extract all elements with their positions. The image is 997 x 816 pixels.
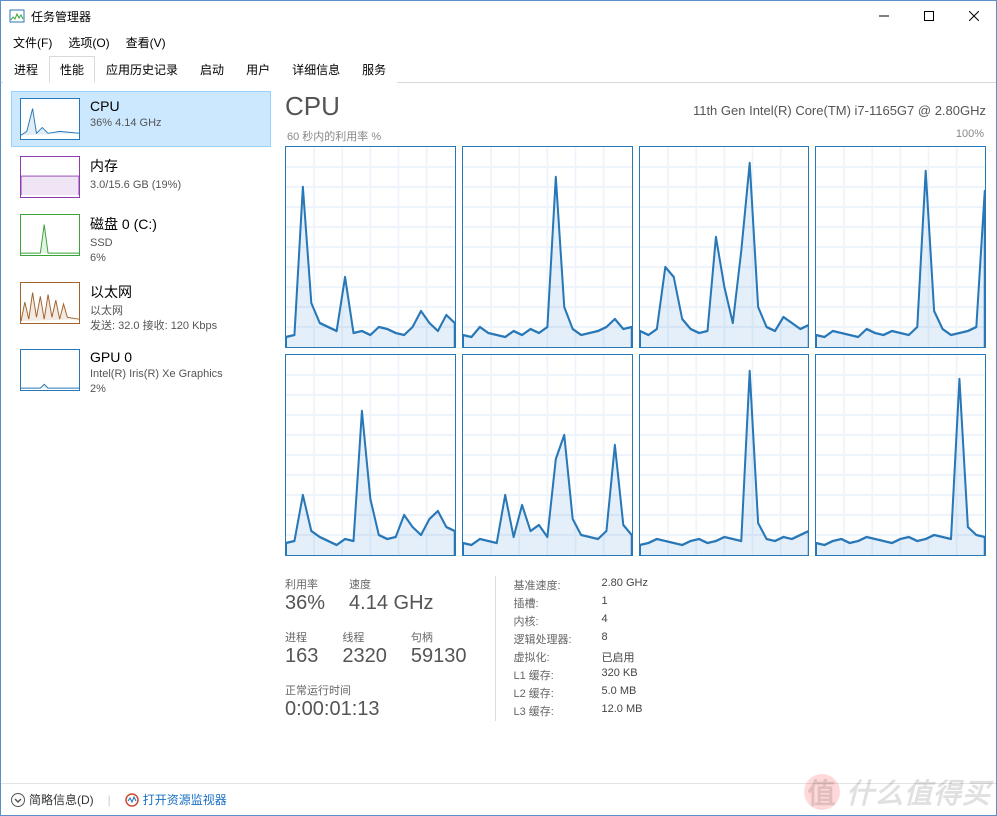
proc-label: 进程 bbox=[285, 629, 318, 645]
tab-1[interactable]: 性能 bbox=[49, 56, 95, 83]
cpu-core-chart-4[interactable] bbox=[285, 354, 456, 556]
util-value: 36% bbox=[285, 592, 325, 615]
detail-row-6: L2 缓存:5.0 MB bbox=[514, 684, 648, 702]
cpu-core-chart-0[interactable] bbox=[285, 146, 456, 348]
detail-row-4: 虚拟化:已启用 bbox=[514, 648, 648, 666]
cpu-core-chart-5[interactable] bbox=[462, 354, 633, 556]
speed-label: 速度 bbox=[349, 576, 433, 592]
window-title: 任务管理器 bbox=[31, 8, 91, 25]
uptime-value: 0:00:01:13 bbox=[285, 698, 467, 721]
detail-row-3: 逻辑处理器:8 bbox=[514, 630, 648, 648]
maximize-button[interactable] bbox=[906, 1, 951, 31]
sidebar-thumb-icon bbox=[20, 98, 80, 140]
main-panel: CPU 11th Gen Intel(R) Core(TM) i7-1165G7… bbox=[271, 91, 986, 777]
util-label: 利用率 bbox=[285, 576, 325, 592]
cpu-charts-grid[interactable] bbox=[285, 146, 986, 556]
menubar: 文件(F) 选项(O) 查看(V) bbox=[1, 31, 996, 53]
cpu-core-chart-3[interactable] bbox=[815, 146, 986, 348]
menu-view[interactable]: 查看(V) bbox=[118, 32, 174, 53]
tab-2[interactable]: 应用历史记录 bbox=[95, 56, 189, 83]
menu-options[interactable]: 选项(O) bbox=[60, 32, 117, 53]
stats: 利用率36% 速度4.14 GHz 进程163 线程2320 句柄59130 正… bbox=[285, 576, 986, 721]
cpu-details: 基准速度:2.80 GHz插槽:1内核:4逻辑处理器:8虚拟化:已启用L1 缓存… bbox=[495, 576, 648, 721]
tab-5[interactable]: 详细信息 bbox=[281, 56, 351, 83]
speed-value: 4.14 GHz bbox=[349, 592, 433, 615]
minimize-button[interactable] bbox=[861, 1, 906, 31]
footer: 简略信息(D) | 打开资源监视器 bbox=[1, 783, 996, 815]
uptime-label: 正常运行时间 bbox=[285, 682, 467, 698]
sidebar-item-3[interactable]: 以太网以太网发送: 32.0 接收: 120 Kbps bbox=[11, 275, 271, 341]
app-icon bbox=[9, 8, 25, 24]
detail-row-2: 内核:4 bbox=[514, 612, 648, 630]
chart-label-left: 60 秒内的利用率 % bbox=[287, 128, 381, 144]
menu-file[interactable]: 文件(F) bbox=[5, 32, 60, 53]
tab-6[interactable]: 服务 bbox=[351, 56, 397, 83]
resource-monitor-link[interactable]: 打开资源监视器 bbox=[125, 791, 227, 808]
tab-3[interactable]: 启动 bbox=[189, 56, 235, 83]
cpu-core-chart-2[interactable] bbox=[639, 146, 810, 348]
sidebar-thumb-icon bbox=[20, 214, 80, 256]
proc-value: 163 bbox=[285, 645, 318, 668]
sidebar-thumb-icon bbox=[20, 156, 80, 198]
monitor-icon bbox=[125, 793, 139, 807]
chevron-up-icon bbox=[11, 793, 25, 807]
titlebar[interactable]: 任务管理器 bbox=[1, 1, 996, 31]
sidebar-thumb-icon bbox=[20, 349, 80, 391]
thread-label: 线程 bbox=[342, 629, 387, 645]
detail-row-0: 基准速度:2.80 GHz bbox=[514, 576, 648, 594]
sidebar-thumb-icon bbox=[20, 282, 80, 324]
sidebar-item-2[interactable]: 磁盘 0 (C:)SSD6% bbox=[11, 207, 271, 273]
detail-row-5: L1 缓存:320 KB bbox=[514, 666, 648, 684]
handle-label: 句柄 bbox=[411, 629, 467, 645]
cpu-core-chart-7[interactable] bbox=[815, 354, 986, 556]
cpu-core-chart-1[interactable] bbox=[462, 146, 633, 348]
task-manager-window: 任务管理器 文件(F) 选项(O) 查看(V) 进程性能应用历史记录启动用户详细… bbox=[0, 0, 997, 816]
close-button[interactable] bbox=[951, 1, 996, 31]
fewer-details-link[interactable]: 简略信息(D) bbox=[11, 791, 94, 808]
sidebar-item-1[interactable]: 内存3.0/15.6 GB (19%) bbox=[11, 149, 271, 205]
cpu-name: 11th Gen Intel(R) Core(TM) i7-1165G7 @ 2… bbox=[693, 103, 986, 118]
tabbar: 进程性能应用历史记录启动用户详细信息服务 bbox=[1, 55, 996, 83]
sidebar-item-4[interactable]: GPU 0Intel(R) Iris(R) Xe Graphics2% bbox=[11, 342, 271, 404]
detail-row-7: L3 缓存:12.0 MB bbox=[514, 702, 648, 720]
main-title: CPU bbox=[285, 91, 340, 122]
handle-value: 59130 bbox=[411, 645, 467, 668]
thread-value: 2320 bbox=[342, 645, 387, 668]
tab-4[interactable]: 用户 bbox=[235, 56, 281, 83]
detail-row-1: 插槽:1 bbox=[514, 594, 648, 612]
sidebar-item-0[interactable]: CPU36% 4.14 GHz bbox=[11, 91, 271, 147]
chart-label-right: 100% bbox=[956, 128, 984, 144]
tab-0[interactable]: 进程 bbox=[3, 56, 49, 83]
sidebar: CPU36% 4.14 GHz 内存3.0/15.6 GB (19%) 磁盘 0… bbox=[11, 91, 271, 777]
cpu-core-chart-6[interactable] bbox=[639, 354, 810, 556]
